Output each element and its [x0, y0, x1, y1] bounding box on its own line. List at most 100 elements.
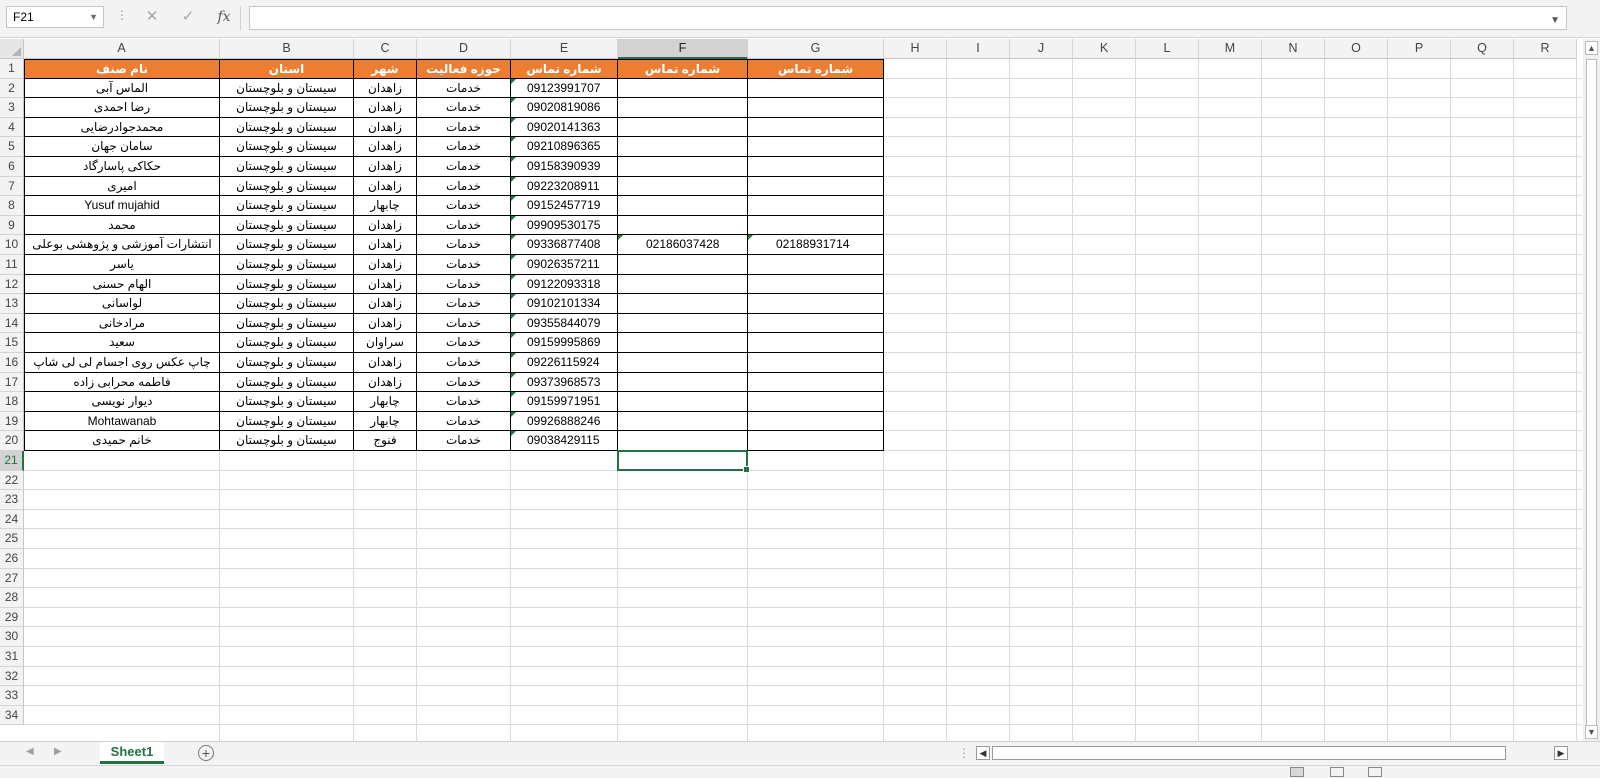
column-header-j[interactable]: J	[1010, 39, 1073, 59]
table-cell[interactable]: سیستان و بلوچستان	[220, 78, 354, 99]
table-cell[interactable]	[618, 274, 748, 295]
table-cell[interactable]: خدمات	[417, 353, 511, 373]
row-header-8[interactable]: 8	[0, 196, 24, 216]
row-header-10[interactable]: 10	[0, 235, 24, 255]
table-cell[interactable]	[618, 157, 748, 177]
column-header-o[interactable]: O	[1325, 39, 1388, 59]
table-cell[interactable]: زاهدان	[354, 274, 417, 295]
table-cell[interactable]: چابهار	[354, 196, 417, 216]
table-cell[interactable]: 09122093318	[511, 274, 618, 295]
table-cell[interactable]	[748, 78, 884, 99]
row-header-17[interactable]: 17	[0, 372, 24, 393]
table-cell[interactable]: خدمات	[417, 255, 511, 275]
column-header-a[interactable]: A	[24, 39, 220, 59]
table-cell[interactable]: 09038429115	[511, 431, 618, 451]
chevron-left-icon[interactable]: ◀	[976, 746, 990, 760]
chevron-right-icon[interactable]: ▶	[1554, 746, 1568, 760]
table-cell[interactable]: زاهدان	[354, 98, 417, 118]
table-cell[interactable]: سیستان و بلوچستان	[220, 274, 354, 295]
table-cell[interactable]	[618, 372, 748, 393]
table-cell[interactable]	[748, 157, 884, 177]
table-cell[interactable]	[618, 196, 748, 216]
table-cell[interactable]: حکاکی پاسارگاد	[24, 157, 220, 177]
table-cell[interactable]	[748, 215, 884, 236]
table-cell[interactable]: Mohtawanab	[24, 411, 220, 432]
column-header-f[interactable]: F	[618, 39, 748, 59]
table-cell[interactable]	[748, 274, 884, 295]
table-header-cell[interactable]: شماره تماس	[618, 59, 748, 79]
table-cell[interactable]	[618, 294, 748, 314]
row-header-19[interactable]: 19	[0, 411, 24, 432]
table-cell[interactable]: زاهدان	[354, 176, 417, 197]
table-cell[interactable]: 09210896365	[511, 137, 618, 157]
table-header-cell[interactable]: حوزه فعالیت	[417, 59, 511, 79]
table-cell[interactable]: الماس آبی	[24, 78, 220, 99]
table-cell[interactable]: خدمات	[417, 411, 511, 432]
table-cell[interactable]: سیستان و بلوچستان	[220, 313, 354, 334]
row-header-23[interactable]: 23	[0, 490, 24, 510]
table-cell[interactable]: 02188931714	[748, 235, 884, 255]
table-cell[interactable]: زاهدان	[354, 372, 417, 393]
table-cell[interactable]: خدمات	[417, 294, 511, 314]
table-cell[interactable]: سیستان و بلوچستان	[220, 98, 354, 118]
table-cell[interactable]: رضا احمدی	[24, 98, 220, 118]
row-header-12[interactable]: 12	[0, 274, 24, 295]
table-cell[interactable]: زاهدان	[354, 157, 417, 177]
table-cell[interactable]	[618, 78, 748, 99]
scroll-up-icon[interactable]: ▲	[1585, 41, 1598, 55]
table-cell[interactable]	[748, 333, 884, 353]
table-cell[interactable]: 09159995869	[511, 333, 618, 353]
table-cell[interactable]: خدمات	[417, 117, 511, 138]
table-cell[interactable]: سیستان و بلوچستان	[220, 117, 354, 138]
table-cell[interactable]: 09123991707	[511, 78, 618, 99]
table-header-cell[interactable]: شماره تماس	[511, 59, 618, 79]
table-cell[interactable]: چاپ عکس روی اجسام لی لی شاپ	[24, 353, 220, 373]
table-cell[interactable]	[748, 294, 884, 314]
table-cell[interactable]: زاهدان	[354, 78, 417, 99]
table-cell[interactable]: زاهدان	[354, 215, 417, 236]
table-cell[interactable]: 09020141363	[511, 117, 618, 138]
table-cell[interactable]: خدمات	[417, 137, 511, 157]
table-cell[interactable]: 09373968573	[511, 372, 618, 393]
row-header-4[interactable]: 4	[0, 117, 24, 138]
table-cell[interactable]: خدمات	[417, 98, 511, 118]
table-cell[interactable]: سیستان و بلوچستان	[220, 196, 354, 216]
table-cell[interactable]: زاهدان	[354, 353, 417, 373]
row-header-32[interactable]: 32	[0, 666, 24, 687]
row-header-5[interactable]: 5	[0, 137, 24, 157]
table-cell[interactable]: سیستان و بلوچستان	[220, 431, 354, 451]
row-header-29[interactable]: 29	[0, 607, 24, 628]
table-cell[interactable]	[618, 313, 748, 334]
prev-sheet-icon[interactable]: ◀	[26, 746, 34, 757]
table-cell[interactable]	[618, 137, 748, 157]
table-cell[interactable]	[618, 353, 748, 373]
select-all-button[interactable]	[0, 39, 24, 59]
table-cell[interactable]	[618, 98, 748, 118]
column-header-d[interactable]: D	[417, 39, 511, 59]
row-header-27[interactable]: 27	[0, 568, 24, 589]
table-cell[interactable]: Yusuf mujahid	[24, 196, 220, 216]
row-header-21[interactable]: 21	[0, 451, 24, 471]
table-cell[interactable]	[748, 313, 884, 334]
column-header-r[interactable]: R	[1514, 39, 1577, 59]
vertical-scroll-thumb[interactable]	[1586, 59, 1597, 729]
scroll-down-icon[interactable]: ▼	[1585, 725, 1598, 739]
row-header-34[interactable]: 34	[0, 705, 24, 726]
table-cell[interactable]	[618, 117, 748, 138]
table-cell[interactable]: سیستان و بلوچستان	[220, 176, 354, 197]
column-header-i[interactable]: I	[947, 39, 1010, 59]
table-cell[interactable]: چابهار	[354, 392, 417, 412]
table-cell[interactable]	[748, 98, 884, 118]
horizontal-scrollbar[interactable]: ◀ ▶	[976, 746, 1568, 762]
column-header-k[interactable]: K	[1073, 39, 1136, 59]
row-header-25[interactable]: 25	[0, 529, 24, 549]
column-header-g[interactable]: G	[748, 39, 884, 59]
table-cell[interactable]: سیستان و بلوچستان	[220, 392, 354, 412]
table-cell[interactable]: یاسر	[24, 255, 220, 275]
table-cell[interactable]	[748, 255, 884, 275]
table-header-cell[interactable]: شهر	[354, 59, 417, 79]
row-header-15[interactable]: 15	[0, 333, 24, 353]
row-header-18[interactable]: 18	[0, 392, 24, 412]
table-cell[interactable]	[748, 392, 884, 412]
chevron-down-icon[interactable]: ▼	[89, 7, 98, 27]
